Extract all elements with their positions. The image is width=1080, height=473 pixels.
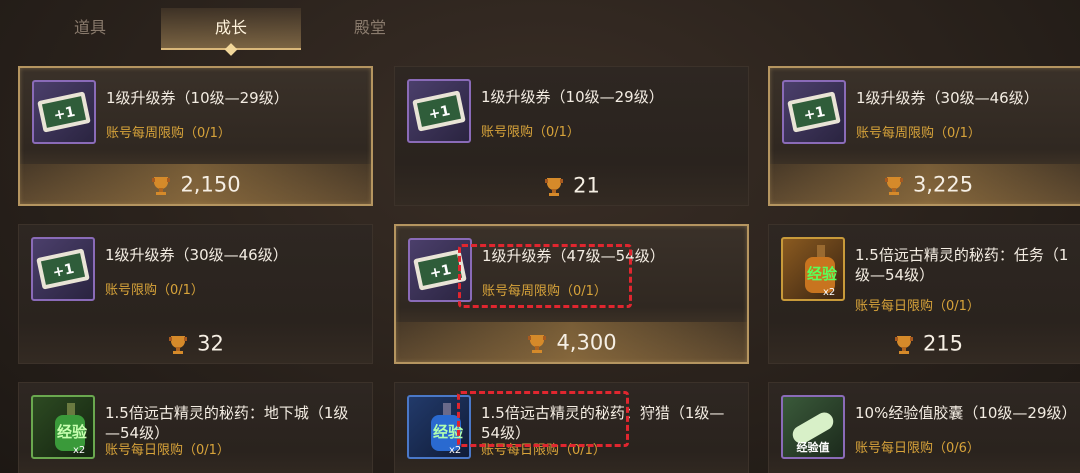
item-price: 215 xyxy=(922,331,964,356)
purchase-limit: 账号每日限购（0/1） xyxy=(855,299,980,314)
purchase-limit: 账号限购（0/1） xyxy=(481,125,580,140)
item-title: 1.5倍远古精灵的秘药：地下城（1级—54级） xyxy=(105,404,349,442)
svg-text:经验: 经验 xyxy=(57,423,88,441)
item-title: 1级升级券（10级—29级） xyxy=(481,88,664,106)
price-bar[interactable]: 215 xyxy=(769,323,1080,363)
purchase-limit: 账号每日限购（0/6） xyxy=(855,441,980,456)
item-title: 1级升级券（30级—46级） xyxy=(105,246,288,264)
svg-text:x2: x2 xyxy=(823,287,835,298)
trophy-currency-icon xyxy=(545,177,564,196)
svg-text:x2: x2 xyxy=(73,445,85,456)
trophy-currency-icon xyxy=(152,176,171,195)
exp-capsule-icon: 经验值 xyxy=(781,395,845,459)
shop-item-card[interactable]: +1 1级升级券（10级—29级） 账号每周限购（0/1） 2,150 xyxy=(18,66,373,206)
price-bar[interactable]: 21 xyxy=(395,165,748,205)
purchase-limit: 账号每周限购（0/1） xyxy=(856,126,981,141)
item-price: 21 xyxy=(573,173,600,198)
price-bar[interactable]: 2,150 xyxy=(20,164,371,204)
trophy-currency-icon xyxy=(884,176,903,195)
item-title: 1级升级券（30级—46级） xyxy=(856,89,1039,107)
trophy-currency-icon xyxy=(894,335,913,354)
shop-item-card[interactable]: 经验 x2 1.5倍远古精灵的秘药：狩猎（1级—54级） 账号每日限购（0/1） xyxy=(394,382,749,473)
active-diamond-icon xyxy=(224,43,238,56)
tab-label: 殿堂 xyxy=(353,18,386,37)
red-highlight-box xyxy=(457,391,629,447)
item-title: 10%经验值胶囊（10级—29级） xyxy=(855,404,1077,422)
exp-potion-icon: 经验 x2 xyxy=(781,237,845,301)
trophy-currency-icon xyxy=(169,335,188,354)
purchase-limit: 账号每日限购（0/1） xyxy=(105,443,230,458)
shop-item-card[interactable]: +1 1级升级券（10级—29级） 账号限购（0/1） 21 xyxy=(394,66,749,206)
tab-label: 成长 xyxy=(214,18,247,37)
purchase-limit: 账号每周限购（0/1） xyxy=(106,126,231,141)
item-price: 32 xyxy=(197,331,224,356)
shop-item-card[interactable]: +1 1级升级券（30级—46级） 账号限购（0/1） 32 xyxy=(18,224,373,364)
item-price: 4,300 xyxy=(556,330,617,355)
trophy-currency-icon xyxy=(528,334,547,353)
upgrade-ticket-icon: +1 xyxy=(32,80,96,144)
upgrade-ticket-icon: +1 xyxy=(782,80,846,144)
red-highlight-box xyxy=(458,244,632,308)
tab-items[interactable]: 道具 xyxy=(20,8,160,50)
price-bar[interactable]: 3,225 xyxy=(770,164,1080,204)
shop-item-card[interactable]: 经验值 10%经验值胶囊（10级—29级） 账号每日限购（0/6） xyxy=(768,382,1080,473)
price-bar[interactable]: 4,300 xyxy=(396,322,747,362)
shop-item-card[interactable]: +1 1级升级券（30级—46级） 账号每周限购（0/1） 3,225 xyxy=(768,66,1080,206)
svg-text:经验值: 经验值 xyxy=(797,440,830,454)
item-price: 2,150 xyxy=(180,172,241,197)
item-price: 3,225 xyxy=(912,172,974,197)
shop-item-card[interactable]: +1 1级升级券（47级—54级） 账号每周限购（0/1） 4,300 xyxy=(394,224,749,364)
category-tabs: 道具 成长 殿堂 xyxy=(0,0,1080,56)
item-title: 1.5倍远古精灵的秘药：任务（1级—54级） xyxy=(855,246,1069,284)
purchase-limit: 账号限购（0/1） xyxy=(105,283,204,298)
exp-potion-icon: 经验 x2 xyxy=(31,395,95,459)
price-bar[interactable]: 32 xyxy=(19,323,372,363)
upgrade-ticket-icon: +1 xyxy=(31,237,95,301)
upgrade-ticket-icon: +1 xyxy=(407,79,471,143)
shop-item-card[interactable]: 经验 x2 1.5倍远古精灵的秘药：地下城（1级—54级） 账号每日限购（0/1） xyxy=(18,382,373,473)
shop-item-card[interactable]: 经验 x2 1.5倍远古精灵的秘药：任务（1级—54级） 账号每日限购（0/1） … xyxy=(768,224,1080,364)
item-title: 1级升级券（10级—29级） xyxy=(106,89,289,107)
tab-hall[interactable]: 殿堂 xyxy=(300,8,440,50)
svg-text:经验: 经验 xyxy=(807,265,838,283)
tab-growth[interactable]: 成长 xyxy=(161,8,301,56)
tab-label: 道具 xyxy=(73,18,106,37)
